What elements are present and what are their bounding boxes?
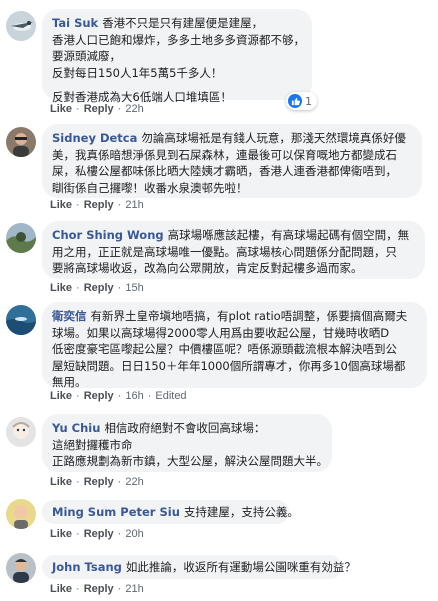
man-avatar-icon[interactable] <box>6 553 36 583</box>
comment-text: 用之用，正正就是高球場唯一優點。高球場核心問題係分配問題，只 <box>52 244 397 259</box>
comment-text: 香港不只是只有建屋便是建屋， <box>102 16 264 30</box>
author-name[interactable]: 衛奕信 <box>52 309 87 323</box>
comment-text: 反對每日150人1年5萬5千多人！ <box>52 65 223 80</box>
thumbs-up-icon <box>288 94 302 108</box>
comment-bubble: Chor Shing Wong 高球場喺應該起樓，有高球場起碼有個空間，無 用之用… <box>42 221 425 279</box>
comment-text: 有新界土皇帝塡地唔搞，有plot ratio唔調整，係要搞個高爾夫 <box>90 309 408 323</box>
comment-actions: Like · Reply · 22h <box>50 476 144 488</box>
comment-text: 屎，私樓公屋都味係比晒大陸姨才霸晒，香港人連香港都俾衛唔到， <box>52 164 397 178</box>
timestamp[interactable]: 22h <box>125 103 143 115</box>
comment-text: 香港人口已飽和爆炸，多多土地多多資源都不够， <box>52 32 305 47</box>
comment-bubble: Yu Chiu 相信政府絕對不會收回高球場： 這絕對攞穫市命 正路應規劃為新市鎮，… <box>42 414 332 472</box>
comment-text: 高球場喺應該起樓，有高球場起碼有個空間，無 <box>167 228 410 242</box>
author-name[interactable]: Yu Chiu <box>52 421 100 435</box>
timestamp[interactable]: 15h <box>125 282 143 294</box>
comment-bubble: Ming Sum Peter Siu 支持建屋，支持公義。 <box>42 500 299 524</box>
like-link[interactable]: Like <box>50 583 72 595</box>
comment-actions: Like · Reply · 15h <box>50 282 144 294</box>
reply-link[interactable]: Reply <box>84 199 114 211</box>
comment-text: 相信政府絕對不會收回高球場： <box>104 421 266 435</box>
like-link[interactable]: Like <box>50 199 72 211</box>
like-link[interactable]: Like <box>50 103 72 115</box>
comment-actions: Like · Reply · 20h <box>50 528 144 540</box>
timestamp[interactable]: 21h <box>125 583 143 595</box>
comment-text: 球場。如果以高球場得2000零人用爲由要收起公屋，甘幾時收晒D <box>52 325 390 340</box>
doll-avatar-icon[interactable] <box>6 417 36 447</box>
comment-bubble: 衛奕信 有新界土皇帝塡地唔搞，有plot ratio唔調整，係要搞個高爾夫 球場。… <box>42 302 427 389</box>
comment-feed: Tai Suk 香港不只是只有建屋便是建屋， 香港人口已飽和爆炸，多多土地多多資源… <box>0 0 438 601</box>
timestamp[interactable]: 21h <box>125 199 143 211</box>
comment-actions: Like · Reply · 16h · Edited <box>50 390 187 402</box>
bald-avatar-icon[interactable] <box>6 499 36 529</box>
comment-text: 無用。 <box>52 375 87 389</box>
comment-text: 屋短缺問題。日日150＋年年1000個所謂專才，你再多10個高球場都 <box>52 358 406 373</box>
reaction-count[interactable]: 1 <box>286 92 317 110</box>
comment-text: 要將高球場收返，改為向公眾開放，肯定反對起樓多過而家。 <box>52 261 363 275</box>
comment-bubble: John Tsang 如此推論，收返所有運動場公園咪重有効益？ <box>42 555 356 579</box>
comment-bubble: Tai Suk 香港不只是只有建屋便是建屋， 香港人口已飽和爆炸，多多土地多多資源… <box>42 9 312 104</box>
reply-link[interactable]: Reply <box>84 390 114 402</box>
like-link[interactable]: Like <box>50 390 72 402</box>
sea-avatar-icon[interactable] <box>6 305 36 335</box>
comment-text: 支持建屋，支持公義。 <box>183 505 299 519</box>
comment-text: 這絕對攞穫市命 <box>52 437 133 452</box>
comment-bubble: Sidney Detca 勿論高球場祗是有錢人玩意，那淺天然環境真係好優 美，我真… <box>42 124 422 198</box>
comment-text: 勿論高球場祗是有錢人玩意，那淺天然環境真係好優 <box>141 131 406 145</box>
author-name[interactable]: Tai Suk <box>52 16 98 30</box>
like-link[interactable]: Like <box>50 476 72 488</box>
person-avatar-icon[interactable] <box>6 127 36 157</box>
landscape-avatar-icon[interactable] <box>6 223 36 253</box>
author-name[interactable]: Chor Shing Wong <box>52 228 164 242</box>
comment-text <box>52 81 302 89</box>
comment-text: 低密度豪宅區嚟起公屋？中價樓區呢？唔係源頭截流根本解決唔到公 <box>52 342 397 356</box>
author-name[interactable]: Sidney Detca <box>52 131 137 145</box>
comment-text: 正路應規劃為新市鎮，大型公屋，解決公屋問題大半。 <box>52 454 328 468</box>
reply-link[interactable]: Reply <box>84 282 114 294</box>
author-name[interactable]: Ming Sum Peter Siu <box>52 505 180 519</box>
comment-text: 要源頭減廢， <box>52 49 121 63</box>
comment-text: 如此推論，收返所有運動場公園咪重有効益？ <box>125 560 356 574</box>
edited-label[interactable]: Edited <box>155 390 186 402</box>
timestamp[interactable]: 16h <box>125 390 143 402</box>
like-link[interactable]: Like <box>50 528 72 540</box>
comment-actions: Like · Reply · 21h <box>50 583 144 595</box>
reply-link[interactable]: Reply <box>84 583 114 595</box>
comment-actions: Like · Reply · 22h <box>50 103 144 115</box>
bird-avatar-icon[interactable] <box>6 11 36 41</box>
reply-link[interactable]: Reply <box>84 103 114 115</box>
comment-text: 美，我真係暗想淨係見到石屎森林，連最後可以保育嘅地方都變成石 <box>52 147 397 162</box>
timestamp[interactable]: 22h <box>125 476 143 488</box>
comment-actions: Like · Reply · 21h <box>50 199 144 211</box>
reply-link[interactable]: Reply <box>84 528 114 540</box>
like-link[interactable]: Like <box>50 282 72 294</box>
comment-text: 瞓街係自己攞嚟！收番水泉澳邨先啦！ <box>52 180 248 195</box>
timestamp[interactable]: 20h <box>125 528 143 540</box>
reply-link[interactable]: Reply <box>84 476 114 488</box>
author-name[interactable]: John Tsang <box>52 560 122 574</box>
